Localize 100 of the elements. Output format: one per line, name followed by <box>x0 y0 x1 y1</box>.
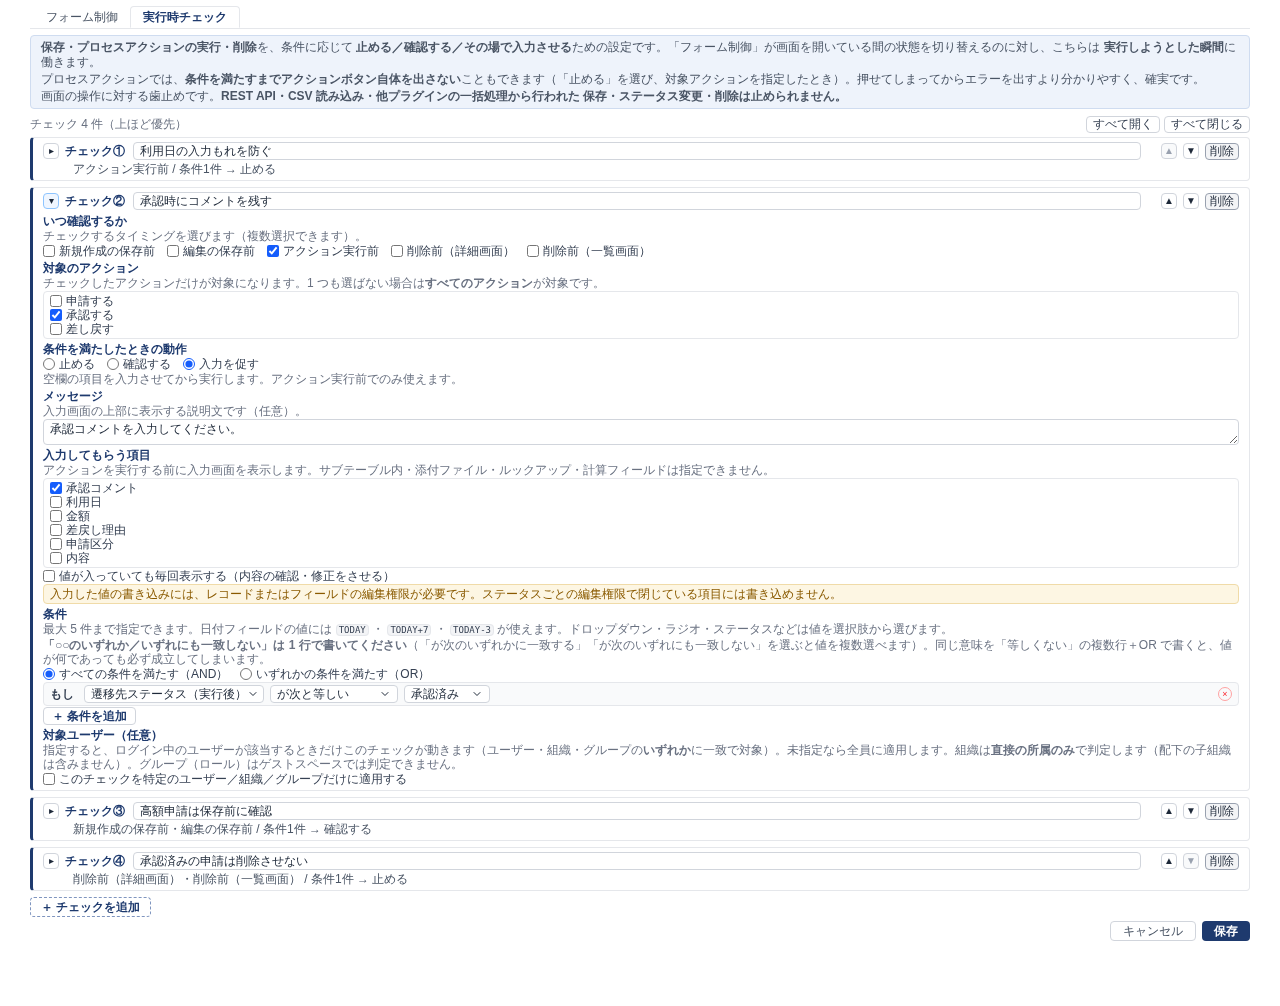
checkbox[interactable] <box>43 245 55 257</box>
delete-button[interactable]: 削除 <box>1205 802 1239 820</box>
option-label: 申請する <box>66 294 114 308</box>
section-title: メッセージ <box>43 389 104 403</box>
warning-note: 入力した値の書き込みには、レコードまたはフィールドの編集権限が必要です。ステータスごとの編集権限で閉じている項目には書き込めません。 <box>43 584 1239 604</box>
check-name-field[interactable]: 利用日の入力もれを防ぐ <box>133 142 1141 160</box>
option-label: このチェックを特定のユーザー／組織／グループだけに適用する <box>59 772 407 786</box>
message-field[interactable]: 承認コメントを入力してください。 <box>43 419 1239 445</box>
cancel-button[interactable]: キャンセル <box>1110 921 1196 941</box>
select-field[interactable]: 遷移先ステータス（実行後） <box>84 685 264 703</box>
move-button[interactable]: ▲ <box>1161 803 1177 819</box>
hint-text: 「○○のいずれか／いずれにも一致しない」は 1 行で書いてください（「が次のいずれかに一致する」「が次のいずれにも一致しない」を選ぶと値を複数選べます）。同じ意味を「等しくない」の複数行＋OR で書くと、値が何であっても必ず成立してしまいます。 <box>43 638 1234 666</box>
hint-text: チェックするタイミングを選びます（複数選択できます）。 <box>43 229 368 243</box>
checkbox[interactable] <box>50 538 62 550</box>
radio-button[interactable] <box>183 358 195 370</box>
option-label: すべての条件を満たす（AND） <box>59 667 229 681</box>
radio-button[interactable] <box>43 668 55 680</box>
check-summary: 削除前（詳細画面）・削除前（一覧画面） / 条件1件 → 止める <box>73 872 410 886</box>
option-label: 金額 <box>66 509 90 523</box>
check-summary: アクション実行前 / 条件1件 → 止める <box>73 162 278 176</box>
toggle-button[interactable]: ▸ <box>43 853 59 869</box>
select-field[interactable]: 承認済み <box>404 685 490 703</box>
section-title: いつ確認するか <box>43 214 128 228</box>
toolbar-button[interactable]: すべて閉じる <box>1164 115 1250 133</box>
toggle-button[interactable]: ▾ <box>43 193 59 209</box>
option-label: 差し戻す <box>66 322 114 336</box>
info-text: プロセスアクションでは、条件を満たすまでアクションボタン自体を出さないこともできます（「止める」を選び、対象アクションを指定したとき）。押せてしまってからエラーを出すより分かりやすく、確実です。 <box>41 72 1206 87</box>
toggle-button[interactable]: ▸ <box>43 803 59 819</box>
hint-text: チェックしたアクションだけが対象になります。1 つも選ばない場合はすべてのアクションが対象です。 <box>43 276 606 290</box>
move-button[interactable]: ▲ <box>1161 193 1177 209</box>
add-check-button[interactable]: ＋ チェックを追加 <box>30 897 152 917</box>
select-field[interactable]: が次と等しい <box>270 685 398 703</box>
checkbox[interactable] <box>267 245 279 257</box>
move-button[interactable]: ▼ <box>1183 803 1199 819</box>
delete-button[interactable]: 削除 <box>1205 192 1239 210</box>
checkbox[interactable] <box>167 245 179 257</box>
option-label: 利用日 <box>66 495 102 509</box>
radio-button[interactable] <box>240 668 253 680</box>
checkbox[interactable] <box>50 510 62 522</box>
option-label: いずれかの条件を満たす（OR） <box>256 667 431 681</box>
option-label: 承認コメント <box>66 481 138 495</box>
option-label: 削除前（詳細画面） <box>407 244 515 258</box>
option-label: 値が入っていても毎回表示する（内容の確認・修正をさせる） <box>59 569 395 583</box>
check-summary: 新規作成の保存前・編集の保存前 / 条件1件 → 確認する <box>73 822 374 836</box>
delete-button[interactable]: 削除 <box>1205 852 1239 870</box>
option-label: 承認する <box>66 308 114 322</box>
check-count: チェック 4 件（上ほど優先） <box>30 116 188 133</box>
info-text: 保存・プロセスアクションの実行・削除を、条件に応じて 止める／確認する／その場で入力させるための設定です。「フォーム制御」が画面を開いている間の状態を切り替えるのに対し、こちらは 実行しようとした瞬間に働きます。 <box>41 40 1237 70</box>
option-label: 内容 <box>66 551 90 565</box>
checkbox[interactable] <box>50 295 62 307</box>
option-label: 確認する <box>123 357 171 371</box>
option-label: 編集の保存前 <box>183 244 255 258</box>
tab[interactable]: 実行時チェック <box>130 6 240 28</box>
save-button[interactable]: 保存 <box>1202 921 1250 941</box>
checkbox[interactable] <box>50 309 62 321</box>
checkbox[interactable] <box>50 482 62 494</box>
add-condition-button[interactable]: ＋ 条件を追加 <box>43 707 137 725</box>
toggle-button[interactable]: ▸ <box>43 143 59 159</box>
if-label: もし <box>50 686 74 703</box>
section-title: 対象のアクション <box>43 261 140 275</box>
checkbox[interactable] <box>50 496 62 508</box>
move-button[interactable]: ▲ <box>1161 853 1177 869</box>
hint-text: 指定すると、ログイン中のユーザーが該当するときだけこのチェックが動きます（ユーザー・組織・グループのいずれかに一致で対象）。未指定なら全員に適用します。組織は直接の所属のみで判定します（配下の子組織は含みません）。グループ（ロール）はゲストスペースでは判定できません。 <box>43 743 1232 771</box>
check-title: チェック① <box>65 143 126 160</box>
option-label: 入力を促す <box>199 357 259 371</box>
section-title: 入力してもらう項目 <box>43 448 152 462</box>
hint-text: 空欄の項目を入力させてから実行します。アクション実行前でのみ使えます。 <box>43 372 464 386</box>
check-name-field[interactable]: 承認時にコメントを残す <box>133 192 1141 210</box>
checkbox[interactable] <box>43 570 55 582</box>
option-label: 申請区分 <box>66 537 114 551</box>
section-title: 対象ユーザー（任意） <box>43 728 164 742</box>
checkbox[interactable] <box>50 552 62 564</box>
check-title: チェック④ <box>65 853 126 870</box>
checkbox[interactable] <box>50 524 62 536</box>
radio-button[interactable] <box>107 358 119 370</box>
option-label: 差戻し理由 <box>66 523 126 537</box>
toolbar-button[interactable]: すべて開く <box>1086 115 1160 133</box>
option-label: 新規作成の保存前 <box>59 244 155 258</box>
check-title: チェック② <box>65 193 126 210</box>
move-button[interactable]: ▼ <box>1183 193 1199 209</box>
option-label: アクション実行前 <box>283 244 379 258</box>
checkbox[interactable] <box>391 245 403 257</box>
checkbox[interactable] <box>527 245 539 257</box>
check-title: チェック③ <box>65 803 126 820</box>
section-title: 条件を満たしたときの動作 <box>43 342 188 356</box>
option-label: 止める <box>59 357 95 371</box>
check-name-field[interactable]: 承認済みの申請は削除させない <box>133 852 1141 870</box>
info-text: 画面の操作に対する歯止めです。REST API・CSV 読み込み・他プラグインの一括処理から行われた 保存・ステータス変更・削除は止められません。 <box>41 89 849 104</box>
tab[interactable]: フォーム制御 <box>34 6 130 28</box>
section-title: 条件 <box>43 607 68 621</box>
hint-text: 入力画面の上部に表示する説明文です（任意）。 <box>43 404 308 418</box>
hint-text: アクションを実行する前に入力画面を表示します。サブテーブル内・添付ファイル・ルックアップ・計算フィールドは指定できません。 <box>43 463 776 477</box>
option-label: 削除前（一覧画面） <box>543 244 651 258</box>
check-name-field[interactable]: 高額申請は保存前に確認 <box>133 802 1141 820</box>
checkbox[interactable] <box>43 773 55 785</box>
radio-button[interactable] <box>43 358 55 370</box>
delete-button[interactable]: 削除 <box>1205 142 1239 160</box>
move-button[interactable]: ▼ <box>1183 143 1199 159</box>
checkbox[interactable] <box>50 323 62 335</box>
hint-text: 最大 5 件まで指定できます。日付フィールドの値には TODAY ・ TODAY+7 ・ TODAY-3 が使えます。ドロップダウン・ラジオ・ステータスなどは値を選択肢から選びます。 <box>43 622 955 637</box>
